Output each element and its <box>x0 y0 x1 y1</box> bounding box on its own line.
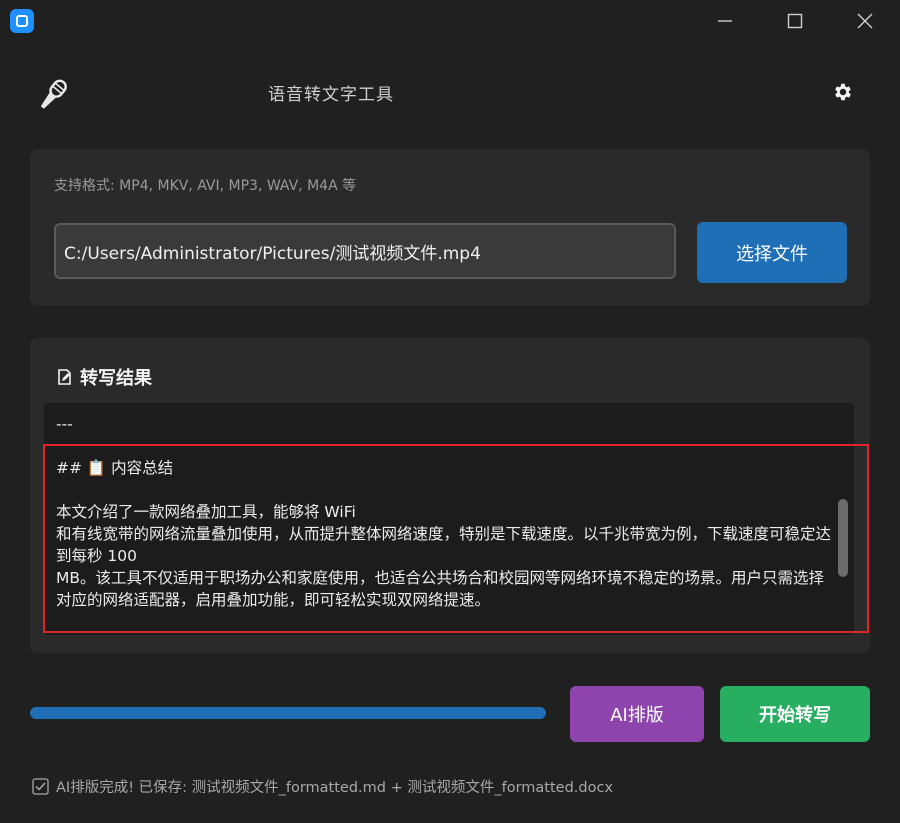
start-transcribe-button[interactable]: 开始转写 <box>720 686 870 742</box>
progress-bar <box>30 707 546 719</box>
result-heading: 转写结果 <box>56 364 152 390</box>
minimize-icon[interactable] <box>712 8 738 34</box>
document-edit-icon <box>56 368 74 386</box>
choose-file-button[interactable]: 选择文件 <box>697 222 847 283</box>
status-message: AI排版完成! 已保存: 测试视频文件_formatted.md + 测试视频文… <box>56 780 614 796</box>
transcription-result-panel: 转写结果 --- ## 📋 内容总结 本文介绍了一款网络叠加工具，能够将 WiF… <box>30 338 870 653</box>
scrollbar-thumb[interactable] <box>838 499 848 577</box>
title-bar <box>0 0 900 42</box>
microphone-icon <box>32 76 72 116</box>
transcription-text: --- ## 📋 内容总结 本文介绍了一款网络叠加工具，能够将 WiFi 和有线… <box>56 415 832 609</box>
app-logo-icon <box>10 9 34 33</box>
close-icon[interactable] <box>852 8 878 34</box>
transcription-textarea[interactable]: --- ## 📋 内容总结 本文介绍了一款网络叠加工具，能够将 WiFi 和有线… <box>44 403 854 635</box>
status-bar: AI排版完成! 已保存: 测试视频文件_formatted.md + 测试视频文… <box>32 776 613 797</box>
checkbox-check-icon <box>32 778 49 795</box>
result-heading-text: 转写结果 <box>80 368 152 389</box>
supported-formats-label: 支持格式: MP4, MKV, AVI, MP3, WAV, M4A 等 <box>54 178 357 194</box>
ai-format-button[interactable]: AI排版 <box>570 686 704 742</box>
file-path-input[interactable]: C:/Users/Administrator/Pictures/测试视频文件.m… <box>54 223 676 279</box>
file-selection-panel: 支持格式: MP4, MKV, AVI, MP3, WAV, M4A 等 C:/… <box>30 149 870 306</box>
maximize-icon[interactable] <box>782 8 808 34</box>
gear-icon[interactable] <box>832 81 854 103</box>
app-title: 语音转文字工具 <box>268 85 394 105</box>
